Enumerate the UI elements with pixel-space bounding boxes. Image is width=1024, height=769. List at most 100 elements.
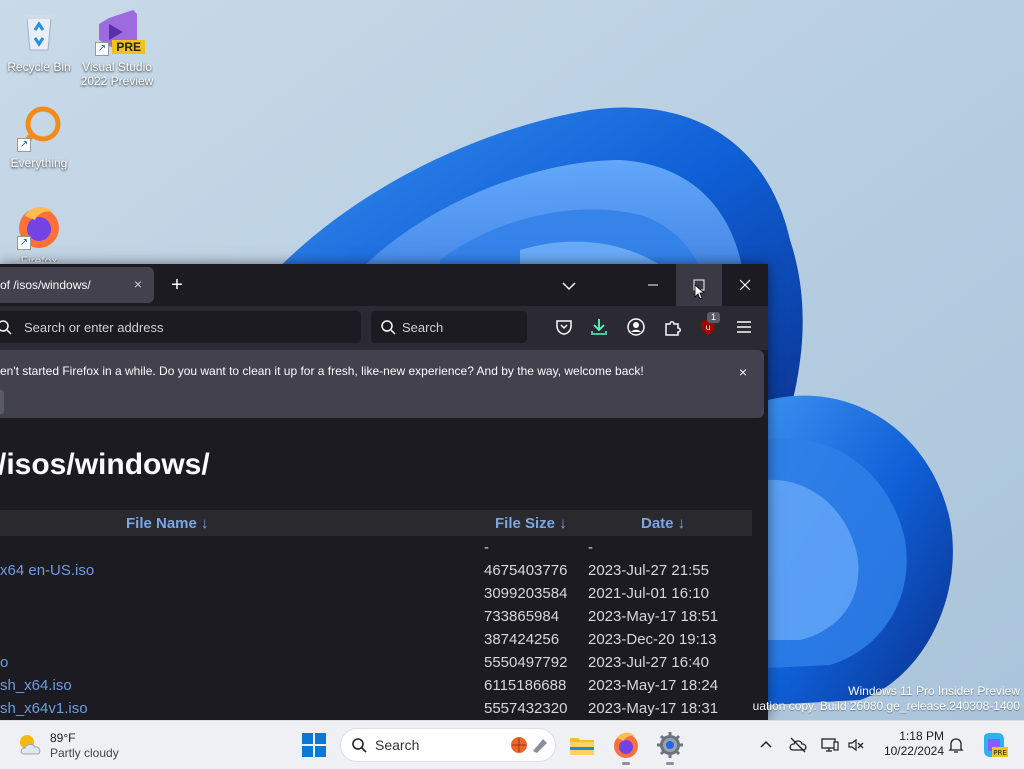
close-window-button[interactable] [722,264,768,306]
firefox-icon: ↗ [15,202,63,250]
desktop-icon-label: Recycle Bin [7,60,71,74]
partly-cloudy-icon [20,735,41,755]
chevron-down-icon [562,282,576,291]
taskbar-clock[interactable]: 1:18 PM 10/22/2024 [872,729,944,759]
application-menu-button[interactable] [733,316,755,338]
downloads-button[interactable] [588,316,610,338]
download-icon [591,319,607,335]
cloud-offline-icon [789,737,807,753]
table-row: 733865984 2023-May-17 18:51 [0,605,752,628]
desktop-icon-recycle-bin[interactable]: Recycle Bin [0,8,78,74]
start-button[interactable] [298,729,330,761]
file-size: 4675403776 [484,562,568,579]
table-row: sh_x64v1.iso 5557432320 2023-May-17 18:3… [0,697,752,720]
tab-close-button[interactable]: × [130,276,146,292]
desktop-icon-firefox[interactable]: ↗ Firefox [0,202,78,262]
address-bar[interactable]: Search or enter address [0,311,361,343]
svg-text:PRE: PRE [993,749,1007,757]
tab-directory-listing[interactable]: of /isos/windows/ × [0,267,154,303]
refresh-firefox-notification: en't started Firefox in a while. Do you … [0,350,764,418]
search-icon [381,320,396,335]
file-name-link[interactable]: x64 en-US.iso [0,562,94,579]
table-row: 387424256 2023-Dec-20 19:13 [0,628,752,651]
file-date: 2023-Jul-27 21:55 [588,562,709,579]
desktop-icon-visual-studio[interactable]: PRE ↗ Visual Studio 2022 Preview [78,8,156,88]
hamburger-menu-icon [737,321,751,333]
file-date: 2023-Jul-27 16:40 [588,654,709,671]
search-icon [352,738,367,753]
show-hidden-icons-button[interactable] [756,735,776,755]
file-date: 2023-May-17 18:51 [588,608,719,625]
notifications-button[interactable] [946,735,966,755]
minimize-icon [648,284,658,286]
network-button[interactable] [820,735,840,755]
account-icon [627,318,645,336]
pocket-icon [556,320,572,335]
desktop-icon-label: Firefox [20,254,58,262]
notification-message: en't started Firefox in a while. Do you … [0,364,644,378]
column-header-date[interactable]: Date ↓ [641,515,685,532]
navigation-toolbar: Search or enter address Search u 1 [0,306,768,350]
new-tab-button[interactable]: + [166,274,188,296]
tab-bar: of /isos/windows/ × + [0,264,768,306]
watermark-edition: Windows 11 Pro Insider Preview [848,684,1020,698]
taskbar-firefox[interactable] [610,729,642,761]
file-size: 387424256 [484,631,560,648]
file-size: 5550497792 [484,654,568,671]
address-input[interactable]: Search or enter address [24,320,163,335]
list-all-tabs-button[interactable] [558,276,580,296]
table-row: o 5550497792 2023-Jul-27 16:40 [0,651,752,674]
taskbar-search-box[interactable]: Search [340,728,556,762]
svg-text:u: u [705,323,710,332]
page-content: /isos/windows/ File Name ↓ File Size ↓ D… [0,424,768,720]
column-header-file-name[interactable]: File Name ↓ [126,515,209,532]
bell-icon [948,738,964,753]
page-scrollbar[interactable] [752,424,768,720]
search-bar[interactable]: Search [371,311,527,343]
refresh-firefox-button[interactable] [0,390,4,414]
shortcut-arrow-icon: ↗ [95,42,109,56]
running-indicator [666,762,674,765]
search-input[interactable]: Search [402,320,443,335]
taskbar-search-label: Search [375,737,420,753]
volume-button[interactable] [846,735,866,755]
file-name-link[interactable]: sh_x64.iso [0,677,72,694]
notification-close-button[interactable]: × [733,362,753,382]
weather-widget[interactable]: 89°F Partly cloudy [12,729,132,763]
file-name-link[interactable]: o [0,654,8,671]
chevron-up-icon [760,740,772,748]
onedrive-button[interactable] [788,735,808,755]
file-name-link[interactable]: sh_x64v1.iso [0,700,88,717]
maximize-icon [693,279,706,300]
clock-date: 10/22/2024 [883,744,944,758]
maximize-button[interactable] [676,264,722,306]
windows-logo-icon [302,733,326,757]
file-size: 5557432320 [484,700,568,717]
visual-studio-icon: PRE ↗ [93,8,145,56]
taskbar: 89°F Partly cloudy Search 1:18 PM 10/22/… [0,720,1024,769]
copilot-icon: PRE [984,733,1008,757]
desktop-icon-everything[interactable]: ↗ Everything [0,104,78,170]
close-icon [739,279,751,291]
minimize-button[interactable] [630,264,676,306]
table-row: sh_x64.iso 6115186688 2023-May-17 18:24 [0,674,752,697]
table-row: - - [0,536,752,559]
firefox-window[interactable]: of /isos/windows/ × + Search or enter ad… [0,264,768,720]
desktop-icon-label: Everything [10,156,68,170]
speaker-muted-icon [848,738,864,752]
weather-condition: Partly cloudy [50,746,119,760]
file-date: 2023-May-17 18:24 [588,677,719,694]
page-title: /isos/windows/ [0,448,210,481]
copilot-button[interactable]: PRE [978,729,1010,761]
file-date: - [588,539,593,556]
clock-time: 1:18 PM [899,729,944,743]
file-size: 3099203584 [484,585,568,602]
taskbar-settings[interactable] [654,729,686,761]
column-header-file-size[interactable]: File Size ↓ [495,515,567,532]
taskbar-file-explorer[interactable] [566,729,598,761]
account-button[interactable] [625,316,647,338]
extensions-button[interactable] [661,316,683,338]
insider-watermark: Windows 11 Pro Insider Preview uation co… [753,684,1020,714]
pocket-button[interactable] [553,316,575,338]
file-size: 733865984 [484,608,560,625]
